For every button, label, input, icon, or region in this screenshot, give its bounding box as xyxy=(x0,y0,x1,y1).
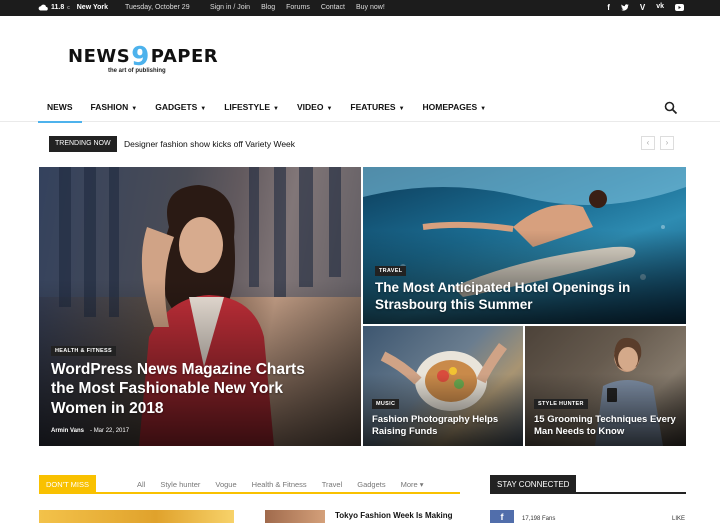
top-bar: 11.8 c New York Tuesday, October 29 Sign… xyxy=(0,0,720,16)
chevron-down-icon: ▼ xyxy=(200,106,207,112)
logo-right-text: PAPER xyxy=(150,46,219,67)
dont-miss-tabs: All Style hunter Vogue Health & Fitness … xyxy=(137,480,424,489)
facebook-icon[interactable]: f xyxy=(490,510,514,523)
nav-item-video[interactable]: VIDEO ▼ xyxy=(288,94,341,122)
contact-link[interactable]: Contact xyxy=(321,4,345,11)
logo-wordmark: NEWS 9 PAPER xyxy=(68,42,219,72)
chevron-down-icon: ▼ xyxy=(480,106,487,112)
tab-more[interactable]: More ▾ xyxy=(401,480,424,489)
temperature-unit: c xyxy=(67,4,70,11)
social-icons: f V vk xyxy=(607,3,684,12)
category-badge[interactable]: STYLE HUNTER xyxy=(534,399,588,409)
chevron-down-icon: ▼ xyxy=(326,106,333,112)
nav-item-gadgets[interactable]: GADGETS ▼ xyxy=(146,94,215,122)
current-date: Tuesday, October 29 xyxy=(125,4,190,11)
tab-health-fitness[interactable]: Health & Fitness xyxy=(252,480,307,489)
nav-item-homepages[interactable]: HOMEPAGES ▼ xyxy=(414,94,496,122)
article-title[interactable]: 15 Grooming Techniques Every Man Needs t… xyxy=(534,414,679,438)
blog-link[interactable]: Blog xyxy=(261,4,275,11)
nav-item-news[interactable]: NEWS xyxy=(38,94,82,123)
trending-headline[interactable]: Designer fashion show kicks off Variety … xyxy=(124,139,295,149)
featured-article-bottom-left[interactable]: MUSIC Fashion Photography Helps Raising … xyxy=(363,326,523,446)
article-meta: Armin Vans - Mar 22, 2017 xyxy=(51,428,129,434)
temperature-value: 11.8 xyxy=(51,4,65,11)
logo-left-text: NEWS xyxy=(68,46,131,67)
site-logo[interactable]: NEWS 9 PAPER the art of publishing xyxy=(68,42,219,74)
tab-style-hunter[interactable]: Style hunter xyxy=(160,480,200,489)
main-navigation: NEWS FASHION ▼ GADGETS ▼ LIFESTYLE ▼ VIDEO ▼… xyxy=(0,94,720,123)
twitter-icon[interactable] xyxy=(620,4,629,11)
vk-icon[interactable]: vk xyxy=(656,3,664,12)
facebook-icon[interactable]: f xyxy=(607,3,610,12)
dont-miss-small-thumbnail[interactable] xyxy=(265,510,325,523)
logo-tagline: the art of publishing xyxy=(108,68,166,74)
stay-connected-label: STAY CONNECTED xyxy=(490,475,577,494)
weather-cloud-icon xyxy=(38,4,48,11)
tab-gadgets[interactable]: Gadgets xyxy=(357,480,385,489)
facebook-like-button[interactable]: LIKE xyxy=(672,516,685,522)
dont-miss-label: DON'T MISS xyxy=(39,475,96,494)
dont-miss-header: DON'T MISS All Style hunter Vogue Health… xyxy=(39,475,460,494)
tab-vogue[interactable]: Vogue xyxy=(215,480,236,489)
tab-all[interactable]: All xyxy=(137,480,145,489)
sign-in-link[interactable]: Sign in / Join xyxy=(210,4,250,11)
trending-prev-button[interactable]: ‹ xyxy=(641,136,655,150)
chevron-down-icon: ▾ xyxy=(419,480,424,489)
article-title[interactable]: WordPress News Magazine Charts the Most … xyxy=(51,360,321,418)
dont-miss-article-title[interactable]: Tokyo Fashion Week Is Making xyxy=(335,511,453,520)
nav-item-fashion[interactable]: FASHION ▼ xyxy=(82,94,147,122)
category-badge[interactable]: TRAVEL xyxy=(375,266,407,276)
facebook-fans-count: 17,198 Fans xyxy=(522,516,556,522)
tab-travel[interactable]: Travel xyxy=(322,480,343,489)
forums-link[interactable]: Forums xyxy=(286,4,310,11)
chevron-down-icon: ▼ xyxy=(131,106,138,112)
article-date: Mar 22, 2017 xyxy=(93,428,130,434)
dont-miss-main-thumbnail[interactable] xyxy=(39,510,234,523)
nav-item-lifestyle[interactable]: LIFESTYLE ▼ xyxy=(215,94,288,122)
buy-now-link[interactable]: Buy now! xyxy=(356,4,385,11)
featured-article-bottom-right[interactable]: STYLE HUNTER 15 Grooming Techniques Ever… xyxy=(525,326,686,446)
article-title[interactable]: The Most Anticipated Hotel Openings in S… xyxy=(375,280,645,314)
chevron-down-icon: ▼ xyxy=(398,106,405,112)
category-badge[interactable]: HEALTH & FITNESS xyxy=(51,346,116,356)
search-icon[interactable] xyxy=(664,101,678,115)
chevron-down-icon: ▼ xyxy=(273,106,279,112)
vimeo-icon[interactable]: V xyxy=(640,3,645,12)
main-menu: NEWS FASHION ▼ GADGETS ▼ LIFESTYLE ▼ VIDEO ▼… xyxy=(38,94,496,123)
article-title[interactable]: Fashion Photography Helps Raising Funds xyxy=(372,414,512,438)
trending-now-label: TRENDING NOW xyxy=(49,136,117,152)
top-links: Sign in / Join Blog Forums Contact Buy n… xyxy=(210,4,385,11)
weather-city: New York xyxy=(76,4,109,11)
logo-nine: 9 xyxy=(131,42,150,72)
stay-connected-header: STAY CONNECTED xyxy=(490,475,686,494)
weather-widget: 11.8 c New York xyxy=(38,4,108,11)
featured-article-top-right[interactable]: TRAVEL The Most Anticipated Hotel Openin… xyxy=(363,167,686,324)
nav-item-features[interactable]: FEATURES ▼ xyxy=(341,94,413,122)
article-author[interactable]: Armin Vans xyxy=(51,428,84,434)
category-badge[interactable]: MUSIC xyxy=(372,399,400,409)
trending-next-button[interactable]: › xyxy=(660,136,674,150)
featured-article-main[interactable]: HEALTH & FITNESS WordPress News Magazine… xyxy=(39,167,361,446)
youtube-icon[interactable] xyxy=(675,4,684,11)
